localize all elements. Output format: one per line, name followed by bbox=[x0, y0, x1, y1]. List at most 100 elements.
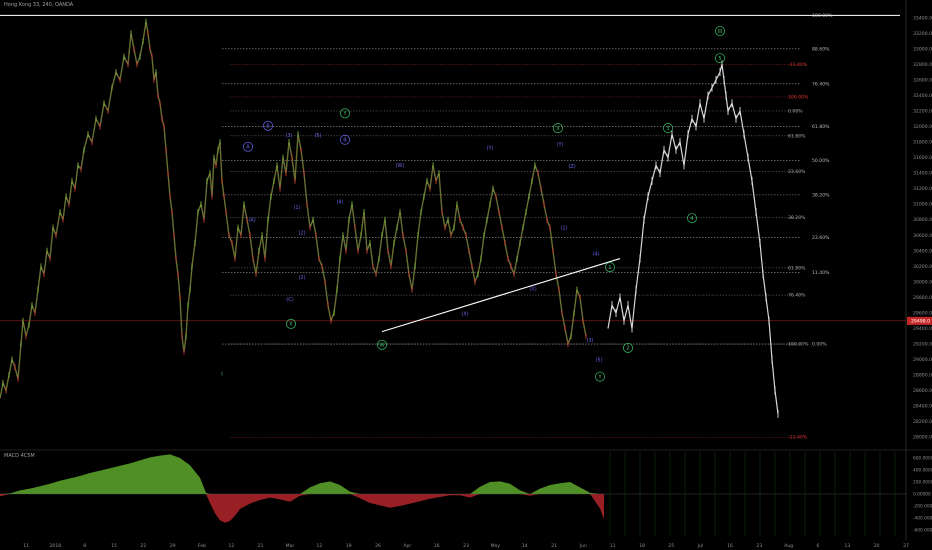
time-tick-label: 23 bbox=[463, 543, 469, 549]
time-tick-label: Jun bbox=[579, 543, 587, 549]
price-tick-label: 31200.0 bbox=[913, 186, 932, 192]
time-tick-label: 21 bbox=[258, 543, 264, 549]
wave-label: (4) bbox=[592, 252, 599, 258]
macd-label: MACD 4C5M bbox=[4, 453, 35, 459]
wave-label: (5) bbox=[314, 133, 321, 139]
wave-label: (2) bbox=[298, 275, 305, 281]
fib-extension-label: 100.00% bbox=[788, 342, 809, 348]
fib-retracement-label: 50.00% bbox=[812, 158, 830, 164]
wave-label: (3) bbox=[586, 338, 593, 344]
fib-extension-label: 61.80% bbox=[788, 265, 806, 271]
price-tick-label: 30200.0 bbox=[913, 264, 932, 270]
macd-tick-label: 600.00000 bbox=[913, 456, 932, 462]
time-tick-label: 2018 bbox=[49, 543, 61, 549]
time-tick-label: 25 bbox=[668, 543, 674, 549]
wave-label: (Z) bbox=[568, 164, 575, 170]
time-tick-label: 18 bbox=[639, 543, 645, 549]
macd-tick-label: -200.00000 bbox=[913, 504, 932, 510]
wave-label: (X) bbox=[529, 287, 536, 293]
wave-label: 4 bbox=[690, 216, 693, 222]
fib-retracement-label: 23.60% bbox=[812, 235, 830, 241]
time-tick-label: 12 bbox=[228, 543, 234, 549]
time-tick-label: 15 bbox=[111, 543, 117, 549]
wave-label: X bbox=[556, 126, 560, 132]
price-tick-label: 28600.0 bbox=[913, 388, 932, 394]
time-tick-label: Feb bbox=[198, 543, 206, 549]
wave-label: (W) bbox=[396, 163, 405, 169]
current-price-text: 29498.0 bbox=[911, 318, 930, 324]
price-tick-label: 32600.0 bbox=[913, 77, 932, 83]
time-tick-label: May bbox=[491, 543, 501, 549]
time-axis: 11 2018 8 15 22 29 Feb 12 21 Mar 12 19 26 Apr 16 23 May 1… bbox=[23, 543, 909, 549]
fib-extension-label: 0.00% bbox=[788, 108, 803, 114]
macd-tick-label: 0.00000 bbox=[913, 492, 931, 498]
wave-label: I bbox=[221, 371, 222, 377]
time-tick-label: 16 bbox=[727, 543, 733, 549]
time-tick-label: 26 bbox=[375, 543, 381, 549]
wave-label: (A) bbox=[248, 218, 255, 224]
time-tick-label: 16 bbox=[434, 543, 440, 549]
wave-label: (5) bbox=[595, 357, 602, 363]
time-tick-label: 19 bbox=[346, 543, 352, 549]
time-tick-label: Apr bbox=[403, 543, 411, 549]
price-tick-label: 32400.0 bbox=[913, 93, 932, 99]
price-tick-label: 29400.0 bbox=[913, 326, 932, 332]
fib-extension-label: 76.40% bbox=[788, 293, 806, 299]
wave-label: 5 bbox=[718, 56, 721, 62]
time-tick-label: 14 bbox=[522, 543, 528, 549]
wave-label: (3) bbox=[285, 133, 292, 139]
price-tick-label: 28800.0 bbox=[913, 373, 932, 379]
macd-tick-label: -600.00000 bbox=[913, 528, 932, 534]
price-tick-label: 32800.0 bbox=[913, 62, 932, 68]
price-series bbox=[0, 18, 779, 418]
fib-retracement-label: 38.20% bbox=[812, 192, 830, 198]
price-tick-label: 31600.0 bbox=[913, 155, 932, 161]
time-tick-label: 6 bbox=[817, 543, 820, 549]
time-tick-label: 27 bbox=[903, 543, 909, 549]
wave-label: (1) bbox=[293, 205, 300, 211]
fib-levels: 100.00%88.60%76.40%61.80%50.00%38.20%23.… bbox=[0, 13, 932, 441]
fib-extension-label: -11.40% bbox=[788, 435, 808, 441]
time-tick-label: 8 bbox=[83, 543, 86, 549]
price-tick-label: 33200.0 bbox=[913, 31, 932, 37]
time-tick-label: 11 bbox=[610, 543, 616, 549]
fib-extension-label: -11.40% bbox=[788, 62, 808, 68]
wave-label: (Y) bbox=[487, 145, 494, 151]
fib-extension-label: 23.60% bbox=[788, 169, 806, 175]
wave-labels: Y III 5 3 X 4 1 X W 2 Y I B B A (3) (5) (W) (Y) (Y) (Z) (1) (4… bbox=[221, 26, 725, 382]
chart-title: Hong Kong 33, 240, OANDA bbox=[4, 2, 74, 8]
price-tick-label: 29600.0 bbox=[913, 310, 932, 316]
fib-retracement-label: 0.00% bbox=[812, 342, 827, 348]
price-tick-label: 28200.0 bbox=[913, 419, 932, 425]
projection-series-line bbox=[607, 64, 779, 415]
price-tick-label: 29800.0 bbox=[913, 295, 932, 301]
wave-label: 1 bbox=[608, 265, 611, 271]
chart-svg: 600.00000 400.00000 200.00000 0.00000 -200.0… bbox=[0, 0, 932, 549]
price-tick-label: 29200.0 bbox=[913, 342, 932, 348]
price-tick-label: 32200.0 bbox=[913, 108, 932, 114]
price-tick-label: 30800.0 bbox=[913, 217, 932, 223]
price-tick-label: 30400.0 bbox=[913, 248, 932, 254]
price-tick-label: 31000.0 bbox=[913, 202, 932, 208]
wave-label: A bbox=[246, 145, 250, 151]
wave-label: (Y) bbox=[557, 142, 564, 148]
price-tick-label: 30000.0 bbox=[913, 279, 932, 285]
wave-label: X bbox=[289, 322, 293, 328]
wave-label: (1) bbox=[560, 225, 567, 231]
time-tick-label: 20 bbox=[874, 543, 880, 549]
macd-positive-area bbox=[0, 454, 604, 494]
fib-extension-label: 38.20% bbox=[788, 215, 806, 221]
fib-retracement-label: 88.60% bbox=[812, 46, 830, 52]
fib-extension-label: 61.80% bbox=[788, 133, 806, 139]
macd-tick-label: 200.00000 bbox=[913, 480, 932, 486]
wave-label: (2) bbox=[298, 231, 305, 237]
price-tick-label: 30600.0 bbox=[913, 233, 932, 239]
time-tick-label: Aug bbox=[784, 543, 793, 549]
price-tick-label: 33000.0 bbox=[913, 46, 932, 52]
time-tick-label: 12 bbox=[316, 543, 322, 549]
wave-label: W bbox=[380, 343, 385, 349]
wave-label: (X) bbox=[461, 312, 468, 318]
price-tick-label: 32000.0 bbox=[913, 124, 932, 130]
fib-retracement-label: 61.80% bbox=[812, 124, 830, 130]
time-tick-label: 23 bbox=[756, 543, 762, 549]
